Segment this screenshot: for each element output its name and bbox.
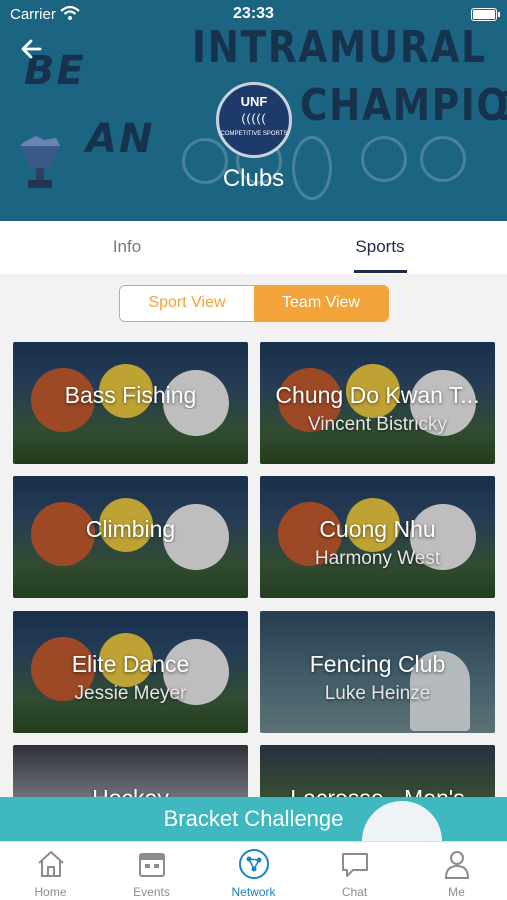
club-leader: Vincent Bistricky <box>307 414 448 435</box>
banner-word-an: AN <box>86 116 155 162</box>
nav-chat[interactable]: Chat <box>304 842 405 900</box>
tab-bar: Info Sports <box>0 221 507 274</box>
logo-text-mid: ((((( <box>241 111 267 125</box>
nav-me[interactable]: Me <box>406 842 507 900</box>
calendar-icon <box>139 853 165 877</box>
active-tab-indicator <box>354 270 407 273</box>
club-card-elite-dance[interactable]: Elite Dance Jessie Meyer <box>13 611 248 733</box>
nav-home[interactable]: Home <box>0 842 101 900</box>
club-logo: UNF ((((( COMPETITIVE SPORTS <box>216 82 292 158</box>
nav-events[interactable]: Events <box>101 842 202 900</box>
person-icon <box>444 851 470 879</box>
clock: 23:33 <box>233 5 274 22</box>
network-icon <box>239 849 269 879</box>
club-card-fencing[interactable]: Fencing Club Luke Heinze <box>260 611 495 733</box>
sport-view-button[interactable]: Sport View <box>120 286 254 321</box>
club-title: Fencing Club <box>309 651 446 677</box>
nav-label: Network <box>231 885 276 899</box>
club-leader: Harmony West <box>314 548 441 569</box>
club-title: Climbing <box>85 516 176 542</box>
club-title: Chung Do Kwan T... <box>275 382 480 408</box>
view-toggle: Sport View Team View <box>119 285 389 322</box>
club-leader: Luke Heinze <box>324 683 431 704</box>
club-leader: Jessie Meyer <box>74 683 187 704</box>
logo-text-top: UNF <box>240 94 268 109</box>
team-view-button[interactable]: Team View <box>254 286 388 321</box>
bracket-challenge-banner[interactable]: Bracket Challenge <box>0 797 507 841</box>
battery-icon <box>471 8 500 21</box>
club-card-bass-fishing[interactable]: Bass Fishing <box>13 342 248 464</box>
club-title: Elite Dance <box>71 651 190 677</box>
bracket-challenge-label: Bracket Challenge <box>163 806 344 831</box>
back-arrow-icon[interactable] <box>16 34 50 64</box>
banner-word-champion: CHAMPION <box>300 80 507 131</box>
home-icon <box>38 851 64 877</box>
club-title: Cuong Nhu <box>319 516 436 542</box>
header-banner: INTRAMURAL CHAMPION BE AN 1 Carrier 23:3… <box>0 0 507 221</box>
club-card-chung-do-kwan[interactable]: Chung Do Kwan T... Vincent Bistricky <box>260 342 495 464</box>
bottom-nav: Home Events Network Chat Me <box>0 841 507 900</box>
status-bar: Carrier 23:33 <box>0 0 507 30</box>
nav-label: Events <box>133 885 170 899</box>
logo-text-bottom: COMPETITIVE SPORTS <box>220 131 288 137</box>
nav-label: Me <box>448 885 465 899</box>
club-card-cuong-nhu[interactable]: Cuong Nhu Harmony West <box>260 476 495 598</box>
nav-label: Chat <box>341 885 368 899</box>
banner-word-one: 1 <box>496 84 507 130</box>
page-title: Clubs <box>222 165 285 192</box>
nav-network[interactable]: Network <box>203 842 304 900</box>
chat-icon <box>342 853 368 877</box>
tab-info[interactable]: Info <box>57 221 197 274</box>
tab-sports[interactable]: Sports <box>310 221 450 274</box>
nav-label: Home <box>34 885 67 899</box>
club-card-climbing[interactable]: Climbing <box>13 476 248 598</box>
club-title: Bass Fishing <box>64 382 197 408</box>
